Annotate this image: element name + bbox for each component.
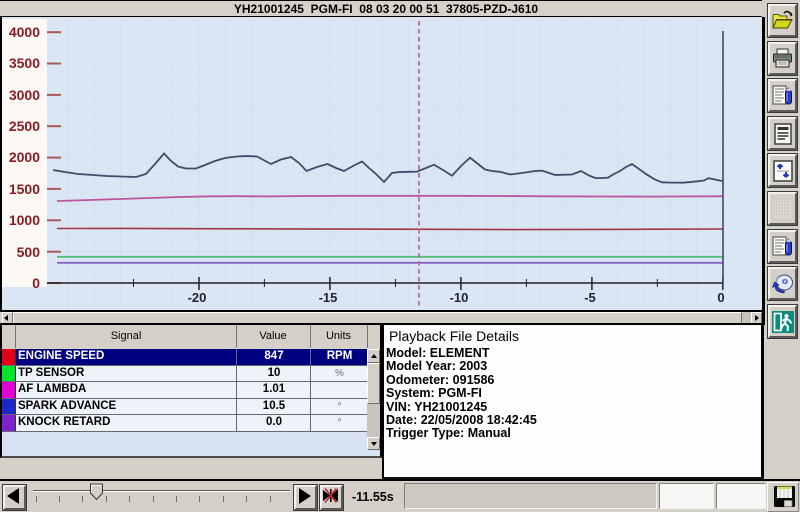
svg-text:1000: 1000 (9, 212, 40, 228)
svg-text:4000: 4000 (9, 24, 40, 40)
svg-text:-15: -15 (319, 290, 338, 305)
svg-text:0: 0 (717, 290, 724, 305)
svg-text:-20: -20 (188, 290, 207, 305)
svg-text:3000: 3000 (9, 87, 40, 103)
svg-text:-5: -5 (584, 290, 596, 305)
svg-text:1500: 1500 (9, 181, 40, 197)
svg-text:2000: 2000 (9, 149, 40, 165)
svg-text:2500: 2500 (9, 118, 40, 134)
svg-text:0: 0 (32, 275, 40, 291)
svg-text:-10: -10 (450, 290, 469, 305)
svg-text:3500: 3500 (9, 55, 40, 71)
svg-text:500: 500 (17, 244, 41, 260)
